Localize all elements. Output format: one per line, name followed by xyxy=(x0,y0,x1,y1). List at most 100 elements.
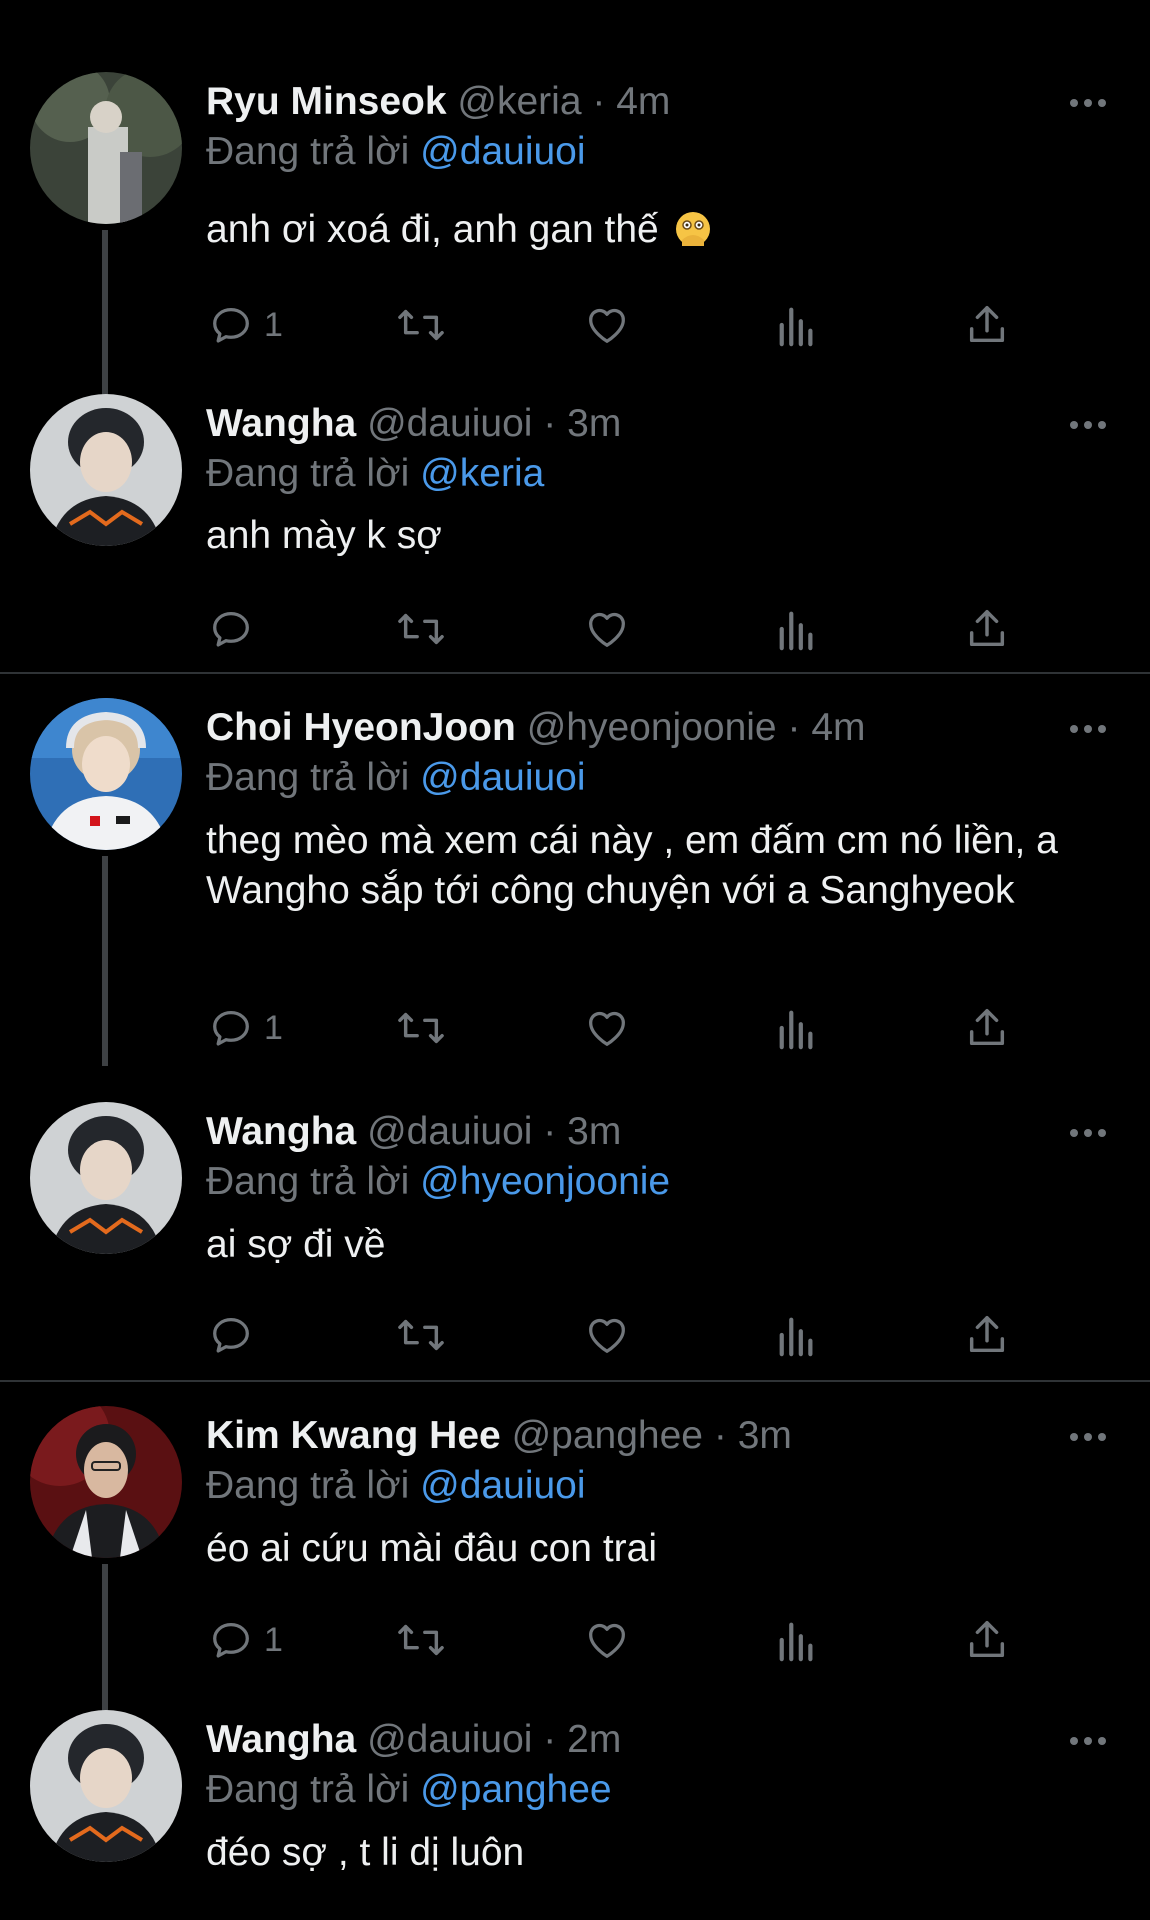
tweet-text: anh mày k sợ xyxy=(206,511,1116,561)
replying-to: Đang trả lời @hyeonjoonie xyxy=(206,1152,670,1212)
separator-dot: · xyxy=(543,1110,557,1153)
like-button[interactable] xyxy=(584,1000,630,1056)
avatar[interactable] xyxy=(30,394,182,546)
reply-button[interactable]: 1 xyxy=(208,1612,283,1668)
views-icon xyxy=(779,307,813,347)
separator-dot: · xyxy=(543,1718,557,1761)
tweet-text-content: anh ơi xoá đi, anh gan thế xyxy=(206,208,659,251)
reply-button[interactable] xyxy=(208,601,264,657)
share-button[interactable] xyxy=(964,601,1010,657)
share-button[interactable] xyxy=(964,1307,1010,1363)
share-icon xyxy=(969,1316,1005,1353)
share-icon xyxy=(969,610,1005,647)
reply-icon xyxy=(213,1011,249,1046)
retweet-icon xyxy=(398,1319,444,1351)
display-name[interactable]: Ryu Minseok xyxy=(206,80,447,123)
like-button[interactable] xyxy=(584,601,630,657)
mention-link[interactable]: @dauiuoi xyxy=(420,1464,585,1507)
views-button[interactable] xyxy=(776,1307,818,1363)
mention-link[interactable]: @dauiuoi xyxy=(420,756,585,799)
heart-icon xyxy=(589,612,625,647)
reply-button[interactable]: 1 xyxy=(208,1000,283,1056)
handle[interactable]: @keria xyxy=(457,80,581,123)
replying-to: Đang trả lời @panghee xyxy=(206,1760,612,1820)
avatar[interactable] xyxy=(30,698,182,850)
views-button[interactable] xyxy=(776,297,818,353)
reply-count: 1 xyxy=(264,1008,283,1047)
thread-divider xyxy=(0,1380,1150,1382)
retweet-button[interactable] xyxy=(396,601,446,657)
mention-link[interactable]: @dauiuoi xyxy=(420,130,585,173)
avatar[interactable] xyxy=(30,1406,182,1558)
tweet[interactable]: Ryu Minseok @keria · 4m Đang trả lời @da… xyxy=(0,72,1150,462)
share-button[interactable] xyxy=(964,1612,1010,1668)
display-name[interactable]: Choi HyeonJoon xyxy=(206,706,516,749)
more-icon[interactable] xyxy=(1068,1118,1108,1148)
more-icon[interactable] xyxy=(1068,88,1108,118)
tweet-text-content: anh mày k sợ xyxy=(206,514,442,557)
retweet-button[interactable] xyxy=(396,1612,446,1668)
display-name[interactable]: Kim Kwang Hee xyxy=(206,1414,501,1457)
more-icon[interactable] xyxy=(1068,410,1108,440)
retweet-button[interactable] xyxy=(396,1000,446,1056)
reply-icon xyxy=(213,1318,249,1353)
avatar[interactable] xyxy=(30,1710,182,1862)
timestamp[interactable]: 3m xyxy=(567,1110,621,1153)
display-name[interactable]: Wangha xyxy=(206,402,356,445)
tweet[interactable]: Choi HyeonJoon @hyeonjoonie · 4m Đang tr… xyxy=(0,698,1150,1066)
like-button[interactable] xyxy=(584,297,630,353)
tweet[interactable]: Wangha @dauiuoi · 2m Đang trả lời @pangh… xyxy=(0,1710,1150,1910)
action-bar: 1 xyxy=(206,297,1066,353)
share-button[interactable] xyxy=(964,297,1010,353)
replying-to: Đang trả lời @dauiuoi xyxy=(206,1456,586,1516)
like-button[interactable] xyxy=(584,1612,630,1668)
retweet-icon xyxy=(398,1012,444,1044)
retweet-icon xyxy=(398,613,444,645)
timestamp[interactable]: 3m xyxy=(738,1414,792,1457)
views-button[interactable] xyxy=(776,601,818,657)
views-button[interactable] xyxy=(776,1000,818,1056)
more-icon[interactable] xyxy=(1068,714,1108,744)
reply-count: 1 xyxy=(264,1620,283,1659)
retweet-button[interactable] xyxy=(396,297,446,353)
tweet-text: theg mèo mà xem cái này , em đấm cm nó l… xyxy=(206,816,1116,916)
reply-button[interactable]: 1 xyxy=(208,297,283,353)
separator-dot: · xyxy=(713,1414,727,1457)
display-name[interactable]: Wangha xyxy=(206,1718,356,1761)
reply-count: 1 xyxy=(264,305,283,344)
handle[interactable]: @dauiuoi xyxy=(367,1718,532,1761)
tweet[interactable]: Wangha @dauiuoi · 3m Đang trả lời @keria… xyxy=(0,394,1150,654)
display-name[interactable]: Wangha xyxy=(206,1110,356,1153)
avatar[interactable] xyxy=(30,1102,182,1254)
mention-link[interactable]: @panghee xyxy=(420,1768,611,1811)
share-button[interactable] xyxy=(964,1000,1010,1056)
retweet-icon xyxy=(398,309,444,341)
more-icon[interactable] xyxy=(1068,1726,1108,1756)
more-icon[interactable] xyxy=(1068,1422,1108,1452)
action-bar xyxy=(206,1307,1066,1363)
handle[interactable]: @panghee xyxy=(512,1414,703,1457)
reply-icon xyxy=(213,308,249,343)
tweet[interactable]: Kim Kwang Hee @panghee · 3m Đang trả lời… xyxy=(0,1406,1150,1810)
handle[interactable]: @dauiuoi xyxy=(367,402,532,445)
handle[interactable]: @dauiuoi xyxy=(367,1110,532,1153)
thread-divider xyxy=(0,672,1150,674)
retweet-button[interactable] xyxy=(396,1307,446,1363)
views-icon xyxy=(779,1010,813,1050)
tweet[interactable]: Wangha @dauiuoi · 3m Đang trả lời @hyeon… xyxy=(0,1102,1150,1362)
replying-label: Đang trả lời xyxy=(206,1464,410,1507)
views-button[interactable] xyxy=(776,1612,818,1668)
timestamp[interactable]: 3m xyxy=(567,402,621,445)
mention-link[interactable]: @keria xyxy=(420,452,544,495)
timestamp[interactable]: 4m xyxy=(811,706,865,749)
like-button[interactable] xyxy=(584,1307,630,1363)
views-icon xyxy=(779,1317,813,1357)
thread-line xyxy=(102,856,108,1066)
timestamp[interactable]: 2m xyxy=(567,1718,621,1761)
replying-to: Đang trả lời @dauiuoi xyxy=(206,748,586,808)
mention-link[interactable]: @hyeonjoonie xyxy=(420,1160,670,1203)
reply-button[interactable] xyxy=(208,1307,264,1363)
avatar[interactable] xyxy=(30,72,182,224)
handle[interactable]: @hyeonjoonie xyxy=(527,706,777,749)
timestamp[interactable]: 4m xyxy=(616,80,670,123)
